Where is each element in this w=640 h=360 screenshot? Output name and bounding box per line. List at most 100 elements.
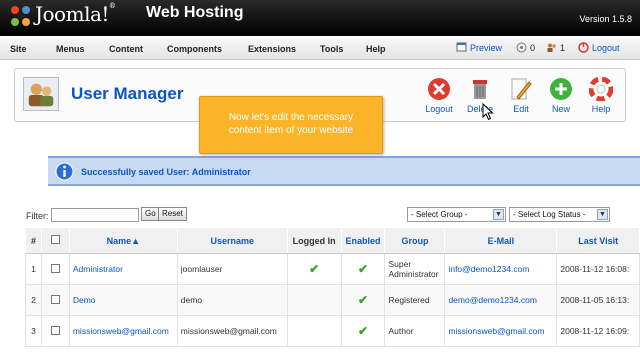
username-cell: missionsweb@gmail.com: [176, 315, 288, 347]
row-checkbox-cell: [40, 315, 70, 347]
reset-button[interactable]: Reset: [158, 207, 187, 221]
joomla-admin-page: Joomla!® Web Hosting Version 1.5.8 Site …: [0, 0, 640, 360]
row-checkbox[interactable]: [50, 325, 60, 335]
joomla-logo-icon: [11, 6, 30, 26]
tooltip-line-1: Now let's edit the necessary: [228, 112, 354, 123]
col-enabled[interactable]: Enabled: [340, 227, 386, 254]
col-name[interactable]: Name▲: [68, 227, 178, 254]
logout-link[interactable]: Logout: [578, 42, 620, 53]
username-cell: joomlauser: [176, 253, 288, 285]
col-logged-in: Logged In: [286, 227, 342, 254]
menu-components[interactable]: Components: [167, 44, 222, 54]
check-icon[interactable]: ✔: [358, 293, 368, 307]
success-message-text: Successfully saved User: Administrator: [81, 167, 251, 177]
row-number: 2: [25, 284, 42, 316]
col-select-all: [40, 227, 70, 254]
table-row: 1 Administrator joomlauser ✔ ✔ Super Admi…: [25, 253, 640, 285]
logged-in-cell: ✔: [286, 253, 342, 285]
email-link[interactable]: missionsweb@gmail.com: [448, 326, 544, 336]
email-cell: demo@demo1234.com: [444, 284, 558, 316]
select-all-checkbox[interactable]: [50, 235, 60, 244]
version-label: Version 1.5.8: [579, 14, 632, 24]
table-row: 2 Demo demo ✔ Registered demo@demo1234.c…: [25, 284, 640, 316]
chevron-down-icon: ▼: [493, 209, 504, 220]
tutorial-tooltip: Now let's edit the necessary content ite…: [199, 96, 383, 154]
preview-icon: [456, 42, 467, 52]
users-count: 1: [560, 42, 566, 53]
preview-link[interactable]: Preview: [456, 42, 502, 53]
menu-site[interactable]: Site: [10, 44, 27, 54]
messages-icon: [516, 42, 527, 53]
row-number: 1: [25, 253, 42, 285]
messages-counter[interactable]: 0: [516, 42, 535, 53]
menu-help[interactable]: Help: [366, 44, 386, 54]
enabled-cell: ✔: [340, 253, 386, 285]
user-manager-icon: [23, 77, 59, 111]
header-bar: Joomla!® Web Hosting Version 1.5.8: [0, 0, 640, 36]
edit-button-label: Edit: [513, 104, 529, 114]
info-icon: [55, 162, 74, 181]
user-name-cell: Demo: [68, 284, 178, 316]
trash-icon: [473, 80, 487, 99]
menu-extensions[interactable]: Extensions: [248, 44, 296, 54]
select-group-value: - Select Group -: [411, 210, 468, 219]
mouse-cursor-icon: [482, 103, 494, 121]
menu-menus[interactable]: Menus: [56, 44, 85, 54]
add-icon: [550, 78, 572, 100]
row-number: 3: [25, 315, 42, 347]
check-icon: ✔: [309, 262, 320, 276]
group-cell: Registered: [384, 284, 446, 316]
menu-content[interactable]: Content: [109, 44, 143, 54]
help-button[interactable]: Help: [581, 77, 621, 114]
user-name-cell: missionsweb@gmail.com: [68, 315, 178, 347]
email-link[interactable]: demo@demo1234.com: [448, 295, 536, 305]
logout-icon: [428, 78, 450, 100]
select-log-status-dropdown[interactable]: - Select Log Status - ▼: [509, 207, 610, 222]
last-visit-cell: 2008-11-12 16:08:: [556, 253, 640, 285]
user-name-link[interactable]: Demo: [73, 295, 96, 305]
users-online-counter: 1: [546, 42, 565, 53]
row-checkbox[interactable]: [50, 263, 60, 273]
page-title: User Manager: [71, 84, 184, 103]
enabled-cell: ✔: [340, 284, 386, 316]
edit-button[interactable]: Edit: [501, 77, 541, 114]
go-button[interactable]: Go: [141, 207, 160, 221]
help-button-label: Help: [591, 104, 611, 114]
check-icon[interactable]: ✔: [358, 262, 368, 276]
group-cell: Super Administrator: [384, 253, 446, 285]
chevron-down-icon: ▼: [597, 209, 608, 220]
messages-count: 0: [530, 42, 536, 53]
logged-in-cell: [286, 284, 342, 316]
filter-label: Filter:: [26, 211, 49, 221]
filter-input[interactable]: [51, 208, 139, 222]
user-name-link[interactable]: Administrator: [73, 264, 123, 274]
table-row: 3 missionsweb@gmail.com missionsweb@gmai…: [25, 315, 640, 347]
logout-button[interactable]: Logout: [419, 77, 459, 114]
email-link[interactable]: info@demo1234.com: [448, 264, 529, 274]
col-number: #: [25, 227, 42, 254]
logout-label: Logout: [592, 42, 620, 53]
col-last-visit[interactable]: Last Visit: [556, 227, 640, 254]
logout-button-label: Logout: [425, 104, 453, 114]
col-username[interactable]: Username: [176, 227, 288, 254]
logged-in-cell: [286, 315, 342, 347]
username-cell: demo: [176, 284, 288, 316]
delete-button[interactable]: Delete: [460, 77, 500, 114]
menu-tools[interactable]: Tools: [320, 44, 343, 54]
user-name-link[interactable]: missionsweb@gmail.com: [73, 326, 169, 336]
new-button[interactable]: New: [541, 77, 581, 114]
admin-menu-bar: Site Menus Content Components Extensions…: [0, 38, 640, 60]
email-cell: info@demo1234.com: [444, 253, 558, 285]
select-group-dropdown[interactable]: - Select Group - ▼: [407, 207, 506, 222]
row-checkbox-cell: [40, 253, 70, 285]
col-group[interactable]: Group: [384, 227, 446, 254]
joomla-logo-text: Joomla!®: [35, 2, 116, 26]
lifebuoy-icon: [589, 77, 613, 101]
last-visit-cell: 2008-11-05 16:13:: [556, 284, 640, 316]
check-icon[interactable]: ✔: [358, 324, 368, 338]
site-title: Web Hosting: [146, 4, 244, 21]
select-log-status-value: - Select Log Status -: [513, 210, 586, 219]
email-cell: missionsweb@gmail.com: [444, 315, 558, 347]
row-checkbox[interactable]: [50, 294, 60, 304]
col-email[interactable]: E-Mail: [444, 227, 558, 254]
